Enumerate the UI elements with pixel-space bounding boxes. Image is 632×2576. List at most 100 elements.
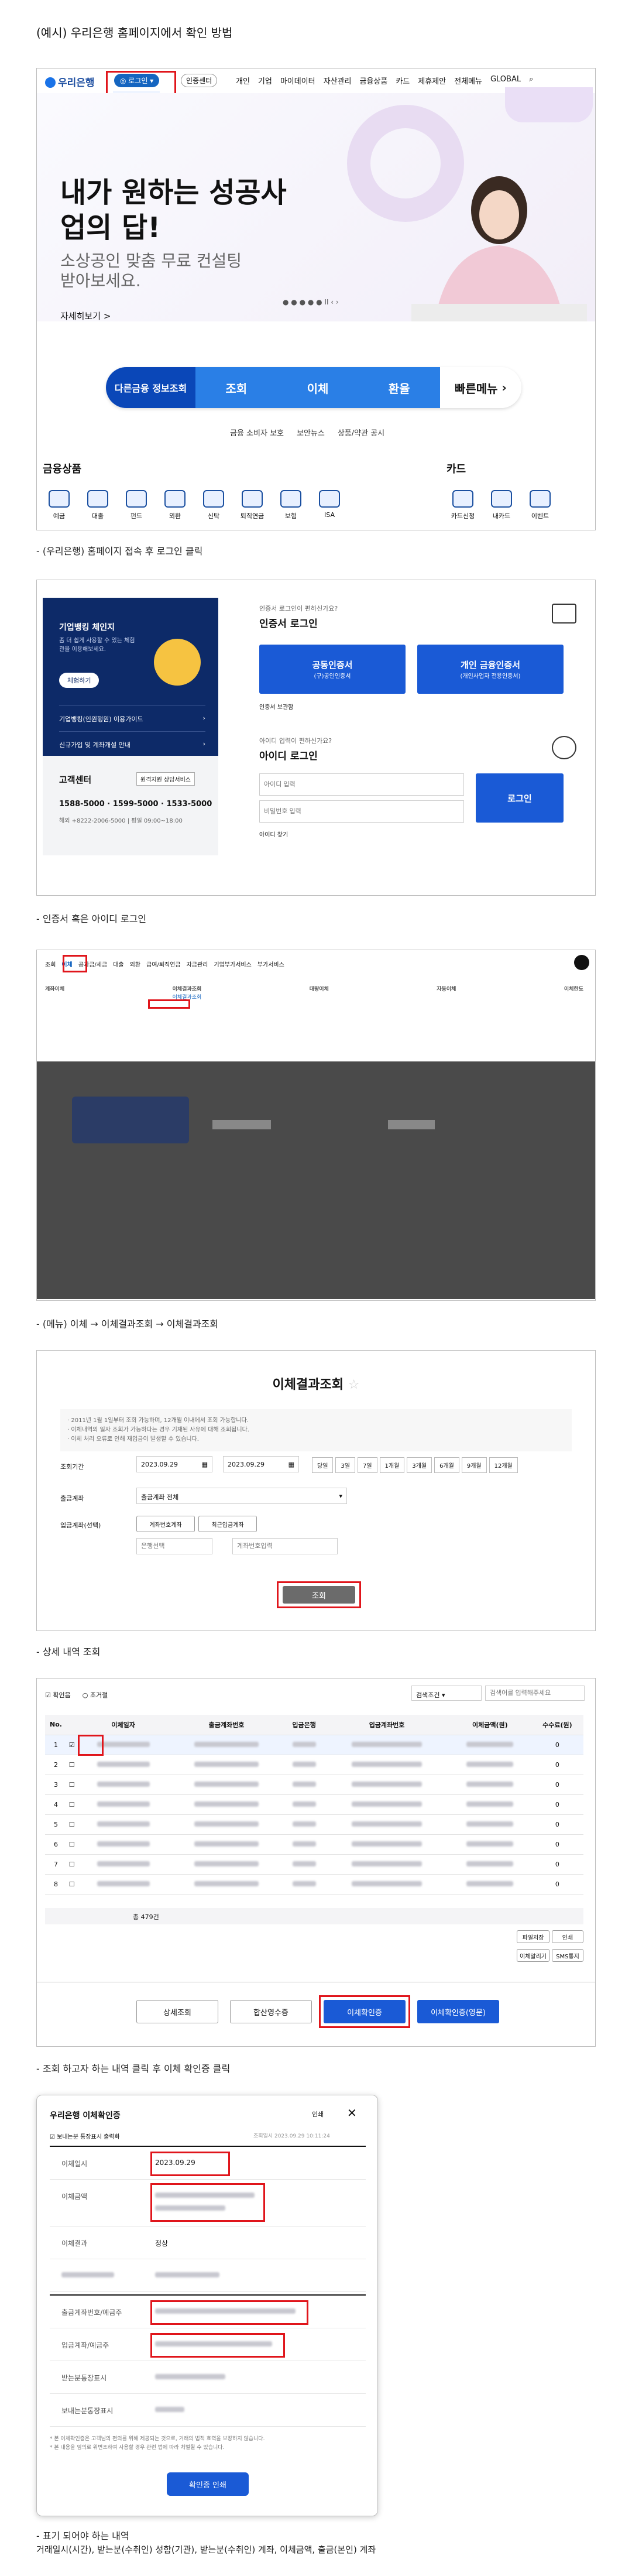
account-number-input[interactable] [232,1538,338,1554]
row-checkbox[interactable]: ☑ [66,1735,77,1755]
nav-card[interactable]: 카드 [396,75,410,86]
row-checkbox[interactable]: ☐ [66,1834,77,1855]
menu-result-link[interactable]: 이체결과조회 [173,995,202,1001]
sms-button[interactable]: SMS통지 [552,1949,583,1962]
check-reject[interactable]: ○ 조거절 [83,1690,108,1700]
menu-inquiry[interactable]: 조회 [45,960,56,968]
close-icon[interactable]: ✕ [347,2106,357,2120]
card-apply[interactable]: 카드신청 [446,490,479,520]
transfer-certificate-en-button[interactable]: 이체확인증(영문) [417,2000,499,2023]
remote-support-button[interactable]: 원격지원 상담서비스 [136,772,195,786]
detail-view-button[interactable]: 상세조회 [136,2000,218,2023]
card-mine[interactable]: 내카드 [485,490,518,520]
cert-center-button[interactable]: 인증센터 [181,74,218,87]
star-icon[interactable]: ☆ [348,1378,360,1392]
product-pension[interactable]: 퇴직연금 [236,490,269,520]
nav-mydata[interactable]: 마이데이터 [280,75,315,86]
calendar-icon[interactable]: ▦ [288,1461,294,1468]
row-checkbox[interactable]: ☐ [66,1854,77,1875]
product-fund[interactable]: 펀드 [120,490,153,520]
period-today[interactable]: 당일 [312,1457,334,1473]
period-7d[interactable]: 7일 [357,1457,377,1473]
link-security[interactable]: 보안뉴스 [297,427,325,438]
menu-guide[interactable]: 기업뱅킹(인원행원) 이용가이드 › [59,705,205,724]
card-event[interactable]: 이벤트 [524,490,557,520]
period-3d[interactable]: 3일 [335,1457,355,1473]
nav-all[interactable]: 전체메뉴 [454,75,482,86]
product-trust[interactable]: 신탁 [197,490,230,520]
login-button[interactable]: ◎ 로그인 ▾ [114,74,160,87]
date-to-input[interactable]: 2023.09.29 ▦ [223,1456,299,1472]
table-row[interactable]: 6 ☐ 0 [45,1834,583,1855]
product-deposit[interactable]: 예금 [43,490,75,520]
table-row[interactable]: 2 ☐ 0 [45,1755,583,1775]
menu-transfer[interactable]: 이체 [61,960,72,968]
menu-addon[interactable]: 부가서비스 [257,960,284,968]
table-row[interactable]: 3 ☐ 0 [45,1775,583,1795]
table-row[interactable]: 5 ☐ 0 [45,1814,583,1835]
menu-col-title[interactable]: 대량이체 [310,986,329,992]
nav-asset[interactable]: 자산관리 [324,75,352,86]
menu-payroll[interactable]: 급여/퇴직연금 [146,960,181,968]
woori-logo[interactable]: 우리은행 [45,74,95,89]
search-button[interactable]: 조회 [283,1586,355,1604]
period-9m[interactable]: 9개월 [461,1457,487,1473]
table-row[interactable]: 4 ☐ 0 [45,1794,583,1815]
quick-transfer[interactable]: 이체 [277,367,359,408]
menu-tax[interactable]: 공과금/세금 [78,960,107,968]
menu-col-title[interactable]: 자동이체 [437,986,456,992]
menu-col-title[interactable]: 이체한도 [564,986,583,992]
print-option[interactable]: ☑ 보내는분 통장표시 출력화 [50,2132,120,2140]
product-insurance[interactable]: 보험 [274,490,307,520]
cert-storage-link[interactable]: 인증서 보관함 [259,702,293,711]
menu-extra[interactable]: 기업부가서비스 [214,960,251,968]
bank-select[interactable] [136,1538,212,1554]
carousel-dots[interactable]: ● ● ● ● ● II ‹ › [283,298,339,306]
password-input[interactable] [259,800,464,823]
nav-global[interactable]: GLOBAL [490,75,521,86]
menu-signup[interactable]: 신규가입 및 계좌개설 안내 › [59,731,205,749]
menu-icon[interactable] [574,955,589,970]
notify-button[interactable]: 이체알리기 [517,1949,549,1962]
menu-col-title[interactable]: 계좌이체 [45,986,64,992]
table-row[interactable]: 1 ☑ 0 [45,1735,583,1755]
link-terms[interactable]: 상품/약관 공시 [338,427,384,438]
transfer-certificate-button[interactable]: 이체확인증 [324,2000,406,2023]
id-login-button[interactable]: 로그인 [476,773,564,823]
account-select[interactable]: 출금계좌 전체 ▾ [136,1488,347,1504]
product-fx[interactable]: 외환 [159,490,191,520]
period-1m[interactable]: 1개월 [379,1457,405,1473]
nav-partner[interactable]: 제휴제안 [418,75,446,86]
joint-cert-button[interactable]: 공동인증서 (구)공인인증서 [259,645,406,694]
nav-products[interactable]: 금융상품 [360,75,388,86]
table-row[interactable]: 8 ☐ 0 [45,1874,583,1895]
menu-fund[interactable]: 자금관리 [187,960,208,968]
quick-fast-menu[interactable]: 빠른메뉴 › [439,367,521,408]
filter-select[interactable]: 검색조건 ▾ [411,1686,482,1701]
sum-receipt-button[interactable]: 합산영수증 [230,2000,312,2023]
print-button[interactable]: 인쇄 [552,1930,583,1943]
row-checkbox[interactable]: ☐ [66,1775,77,1795]
row-checkbox[interactable]: ☐ [66,1814,77,1835]
period-6m[interactable]: 6개월 [434,1457,459,1473]
promo-button[interactable]: 체험하기 [59,673,99,688]
nav-corporate[interactable]: 기업 [258,75,272,86]
date-from-input[interactable]: 2023.09.29 ▦ [136,1456,212,1472]
menu-loan[interactable]: 대출 [113,960,123,968]
period-3m[interactable]: 3개월 [407,1457,432,1473]
row-checkbox[interactable]: ☐ [66,1755,77,1775]
product-isa[interactable]: ISA [313,490,346,520]
nav-personal[interactable]: 개인 [236,75,250,86]
table-row[interactable]: 7 ☐ 0 [45,1854,583,1875]
search-icon[interactable]: ⌕ [529,75,533,86]
in-account-button[interactable]: 계좌번호계좌 [136,1516,195,1532]
find-id-link[interactable]: 아이디 찾기 [259,830,288,838]
personal-cert-button[interactable]: 개인 금융인증서 (개인사업자 전용인증서) [417,645,564,694]
calendar-icon[interactable]: ▦ [202,1461,208,1468]
quick-exchange[interactable]: 환율 [358,367,440,408]
quick-inquiry[interactable]: 조회 [195,367,277,408]
period-12m[interactable]: 12개월 [489,1457,518,1473]
excel-button[interactable]: 파일저장 [517,1930,549,1943]
print-certificate-button[interactable]: 확인증 인쇄 [167,2472,249,2496]
hero-more-link[interactable]: 자세히보기 > [60,310,111,322]
